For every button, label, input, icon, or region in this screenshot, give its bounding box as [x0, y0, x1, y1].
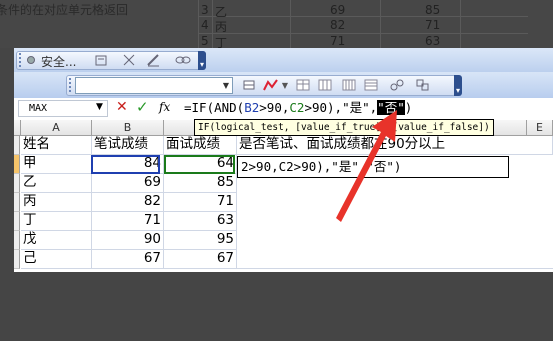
background-area	[0, 272, 553, 341]
